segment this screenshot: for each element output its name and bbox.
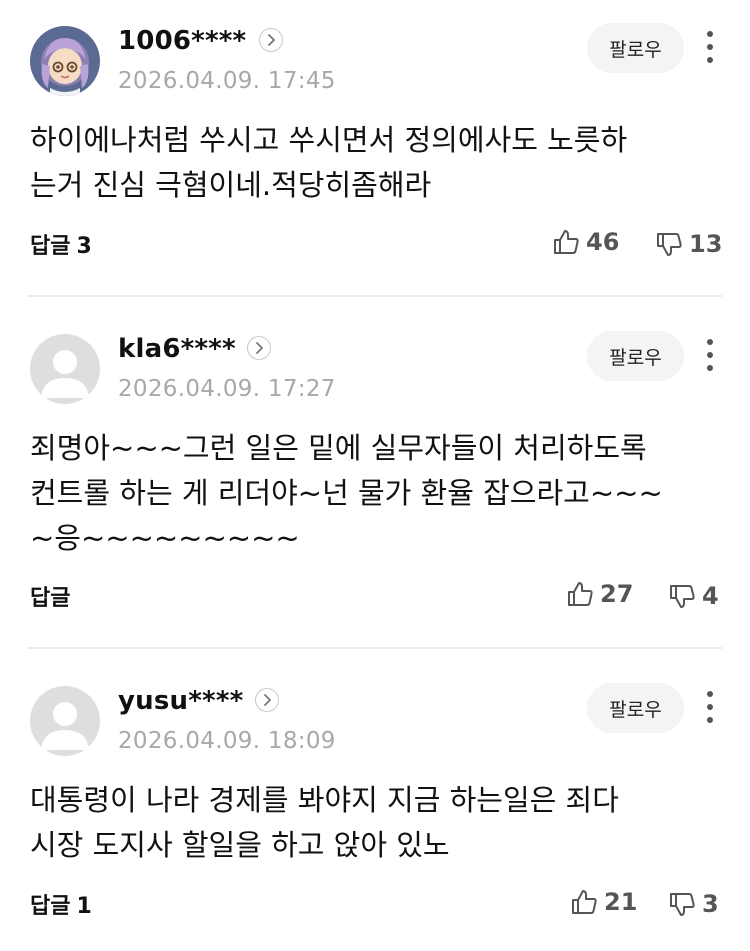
character-avatar-icon bbox=[30, 26, 100, 96]
follow-button[interactable]: 팔로우 bbox=[587, 331, 684, 381]
thumbs-down-icon bbox=[670, 893, 695, 916]
reply-button[interactable]: 답글 bbox=[30, 580, 70, 612]
divider bbox=[28, 295, 722, 297]
comment-body: 대통령이 나라 경제를 봐야지 지금 하는일은 죄다 시장 도지사 할일을 하고… bbox=[30, 783, 619, 862]
comment-body: 하이에나처럼 쑤시고 쑤시면서 정의에사도 노릇하 는거 진심 극혐이네.적당히… bbox=[30, 123, 628, 202]
thumbs-down-icon bbox=[657, 233, 682, 256]
reply-button[interactable]: 답글 3 bbox=[30, 228, 92, 260]
default-avatar-icon bbox=[30, 334, 100, 404]
like-count: 27 bbox=[600, 580, 634, 608]
like-button[interactable]: 27 bbox=[566, 578, 633, 610]
follow-button[interactable]: 팔로우 bbox=[587, 683, 684, 733]
chevron-right-icon[interactable] bbox=[259, 28, 283, 52]
username[interactable]: 1006**** bbox=[118, 26, 246, 56]
comment-item: 1006**** 2026.04.09. 17:45 팔로우 하이에나처럼 쑤시… bbox=[0, 0, 750, 296]
dislike-button[interactable]: 4 bbox=[668, 580, 719, 612]
more-vertical-icon[interactable] bbox=[700, 687, 720, 727]
username[interactable]: kla6**** bbox=[118, 334, 236, 364]
dislike-count: 13 bbox=[689, 230, 723, 258]
dislike-count: 3 bbox=[702, 890, 719, 918]
timestamp: 2026.04.09. 17:45 bbox=[118, 68, 336, 94]
like-button[interactable]: 46 bbox=[552, 226, 619, 258]
timestamp: 2026.04.09. 18:09 bbox=[118, 728, 336, 754]
comment-item: yusu**** 2026.04.09. 18:09 팔로우 대통령이 나라 경… bbox=[0, 650, 750, 951]
avatar[interactable] bbox=[30, 334, 100, 404]
reply-button[interactable]: 답글 1 bbox=[30, 888, 92, 920]
reply-count: 1 bbox=[76, 894, 92, 919]
dislike-button[interactable]: 3 bbox=[668, 888, 719, 920]
more-vertical-icon[interactable] bbox=[700, 335, 720, 375]
thumbs-up-icon bbox=[572, 890, 597, 914]
chevron-right-icon[interactable] bbox=[247, 336, 271, 360]
like-count: 46 bbox=[586, 228, 620, 256]
thumbs-up-icon bbox=[554, 230, 579, 254]
chevron-right-icon[interactable] bbox=[255, 688, 279, 712]
thumbs-down-icon bbox=[670, 585, 695, 608]
comment-body: 죄명아~~~그런 일은 밑에 실무자들이 처리하도록 컨트롤 하는 게 리더야~… bbox=[30, 431, 663, 555]
default-avatar-icon bbox=[30, 686, 100, 756]
reply-label: 답글 bbox=[30, 586, 71, 611]
thumbs-up-icon bbox=[568, 582, 593, 606]
comment-item: kla6**** 2026.04.09. 17:27 팔로우 죄명아~~~그런 … bbox=[0, 298, 750, 648]
like-button[interactable]: 21 bbox=[570, 886, 637, 918]
dislike-button[interactable]: 13 bbox=[655, 228, 722, 260]
avatar[interactable] bbox=[30, 26, 100, 96]
timestamp: 2026.04.09. 17:27 bbox=[118, 376, 336, 402]
reply-label: 답글 bbox=[30, 234, 71, 259]
reply-count: 3 bbox=[76, 234, 92, 259]
username[interactable]: yusu**** bbox=[118, 686, 243, 716]
avatar[interactable] bbox=[30, 686, 100, 756]
more-vertical-icon[interactable] bbox=[700, 27, 720, 67]
follow-button[interactable]: 팔로우 bbox=[587, 23, 684, 73]
reply-label: 답글 bbox=[30, 894, 71, 919]
dislike-count: 4 bbox=[702, 582, 719, 610]
like-count: 21 bbox=[604, 888, 638, 916]
divider bbox=[28, 647, 722, 649]
